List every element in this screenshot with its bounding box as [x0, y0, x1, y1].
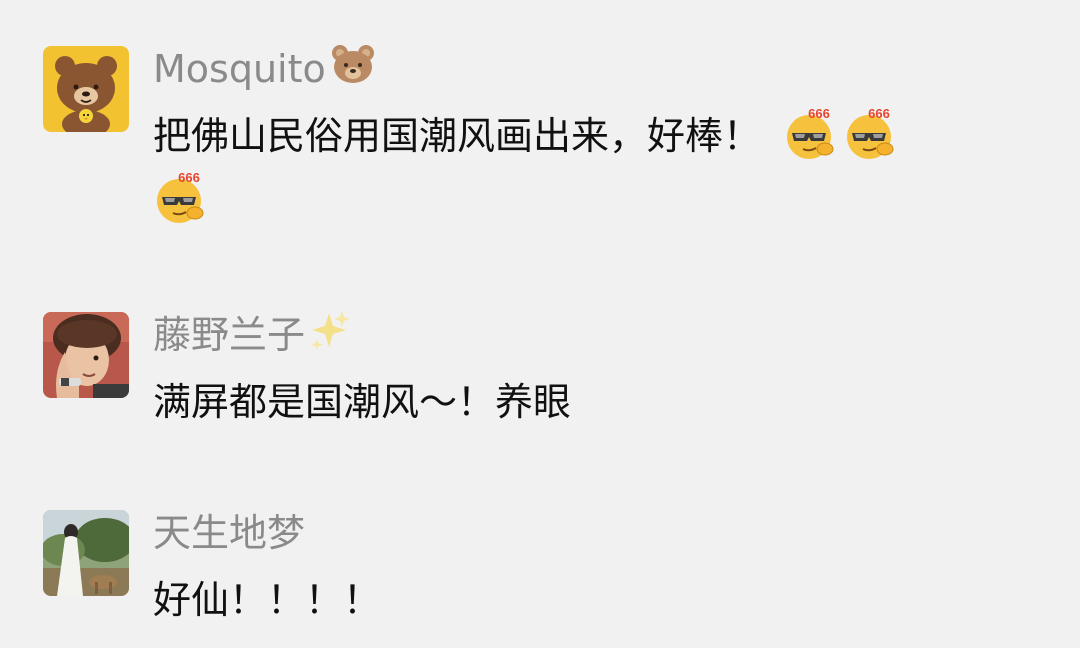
comment-text-continuation: 666 [153, 168, 1040, 232]
comment-text: 满屏都是国潮风～！养眼 [153, 380, 572, 424]
brown-bear-avatar-icon [43, 46, 129, 132]
author-row: 藤野兰子 [153, 309, 1040, 361]
cool-666-emoji-icon: 666 [843, 105, 899, 161]
author-name[interactable]: 藤野兰子 [153, 312, 305, 358]
landscape-photo-avatar-icon [43, 510, 129, 596]
avatar[interactable] [43, 510, 129, 596]
badge-666: 666 [178, 170, 200, 185]
badge-666: 666 [868, 106, 890, 121]
comment-body: 天生地梦 好仙！！！！ [153, 510, 1040, 632]
author-row: 天生地梦 [153, 510, 1040, 556]
avatar[interactable] [43, 46, 129, 132]
author-row: Mosquito [153, 43, 1040, 95]
badge-666: 666 [808, 106, 830, 121]
comment-text: 好仙！！！！ [153, 578, 382, 622]
cool-666-emoji-icon: 666 [153, 169, 209, 225]
comment-body: Mosquito 把佛山民俗用国潮风画出来，好棒！ 666 666 666 [153, 43, 1040, 232]
sparkles-icon [309, 309, 351, 361]
comment-body: 藤野兰子 满屏都是国潮风～！养眼 [153, 309, 1040, 434]
person-photo-avatar-icon [43, 312, 129, 398]
comment-text: 把佛山民俗用国潮风画出来，好棒！ 666 666 [153, 104, 1040, 168]
author-name[interactable]: Mosquito [153, 46, 326, 92]
author-name[interactable]: 天生地梦 [153, 510, 305, 556]
cool-666-emoji-icon: 666 [783, 105, 839, 161]
comment-text-line: 把佛山民俗用国潮风画出来，好棒！ [153, 114, 762, 158]
avatar[interactable] [43, 312, 129, 398]
bear-face-icon [330, 43, 376, 95]
